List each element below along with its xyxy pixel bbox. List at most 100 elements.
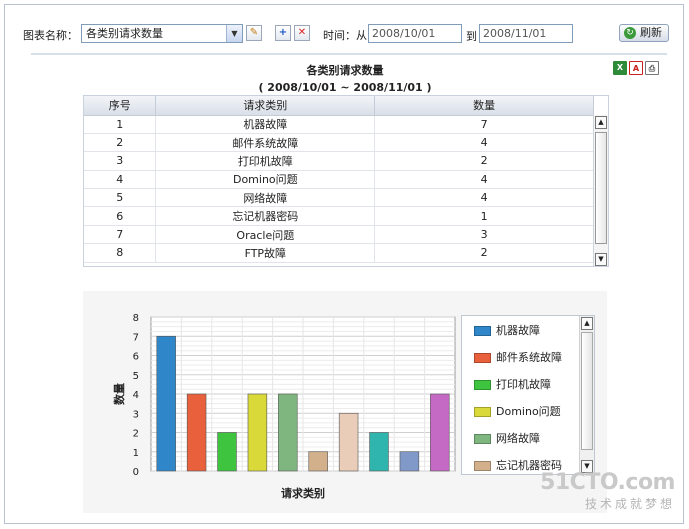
divider xyxy=(31,53,667,55)
legend-swatch xyxy=(474,353,491,363)
bar-6 xyxy=(308,451,328,472)
y-tick-label: 3 xyxy=(133,409,139,420)
toolbar: 图表名称： 各类别请求数量 ▼ ✎ + ✕ 时间：从 2008/10/01 到 … xyxy=(5,5,685,53)
refresh-button[interactable]: ↻ 刷新 xyxy=(619,24,669,42)
legend-label: 网络故障 xyxy=(496,432,540,445)
bar-1 xyxy=(156,335,176,472)
cell-index: 2 xyxy=(84,133,157,153)
print-icon[interactable]: ⎙ xyxy=(645,61,659,75)
watermark-tagline: 技术成就梦想 xyxy=(584,497,675,511)
legend-label: 机器故障 xyxy=(496,324,540,337)
cell-index: 1 xyxy=(84,115,157,134)
report-date-range: ( 2008/10/01 ~ 2008/11/01 ) xyxy=(258,81,432,94)
column-header-count[interactable]: 数量 xyxy=(374,96,594,116)
cell-count: 2 xyxy=(374,151,594,171)
table-scrollbar[interactable]: ▲ ▼ xyxy=(593,115,608,266)
bar-7 xyxy=(338,412,359,472)
cell-count: 4 xyxy=(374,188,594,208)
bar-2 xyxy=(186,393,207,472)
add-icon[interactable]: + xyxy=(275,25,291,41)
legend-label: Domino问题 xyxy=(496,405,561,418)
cell-category: 邮件系统故障 xyxy=(155,133,376,153)
legend-swatch xyxy=(474,407,491,417)
chart-panel: 0 1 2 3 4 5 6 7 8 请求类别 数量 ▲ ▼ 机器故障 邮件系统故障 打印机故障 Domin… xyxy=(83,291,607,513)
cell-index: 7 xyxy=(84,225,157,245)
cell-count: 7 xyxy=(374,115,594,134)
bar-9 xyxy=(399,451,420,472)
refresh-label: 刷新 xyxy=(640,26,662,39)
legend-item[interactable]: 忘记机器密码 xyxy=(474,457,562,472)
legend-scrollbar[interactable]: ▲ ▼ xyxy=(579,316,594,474)
bar-3 xyxy=(217,432,237,472)
table-row[interactable]: 2 邮件系统故障 4 xyxy=(84,133,594,153)
edit-icon[interactable]: ✎ xyxy=(246,25,262,41)
column-header-index[interactable]: 序号 xyxy=(84,96,157,116)
bar-4 xyxy=(247,393,268,472)
to-date-input[interactable]: 2008/11/01 xyxy=(479,24,573,43)
bar-8 xyxy=(369,432,389,472)
cell-category: FTP故障 xyxy=(155,243,376,263)
chart-name-select[interactable]: 各类别请求数量 ▼ xyxy=(81,24,243,43)
cell-count: 3 xyxy=(374,225,594,245)
cell-category: Oracle问题 xyxy=(155,225,376,245)
legend-item[interactable]: 邮件系统故障 xyxy=(474,349,562,364)
watermark: 51CTO.com 技术成就梦想 xyxy=(540,470,675,512)
y-tick-label: 2 xyxy=(133,429,139,440)
chart-name-value: 各类别请求数量 xyxy=(86,27,163,40)
table-row[interactable]: 4 Domino问题 4 xyxy=(84,170,594,190)
cell-index: 6 xyxy=(84,206,157,226)
y-tick-label: 1 xyxy=(133,448,139,459)
table-row[interactable]: 6 忘记机器密码 1 xyxy=(84,206,594,226)
delete-icon[interactable]: ✕ xyxy=(294,25,310,41)
scroll-down-icon[interactable]: ▼ xyxy=(595,253,607,266)
table-row[interactable]: 3 打印机故障 2 xyxy=(84,151,594,171)
cell-category: 忘记机器密码 xyxy=(155,206,376,226)
y-axis-label: 数量 xyxy=(112,383,126,405)
legend-swatch xyxy=(474,326,491,336)
cell-category: 网络故障 xyxy=(155,188,376,208)
cell-count: 2 xyxy=(374,243,594,263)
to-label: 到 xyxy=(466,30,477,43)
chart-legend: ▲ ▼ 机器故障邮件系统故障打印机故障 Domino问题 网络故障忘记机器密码 xyxy=(461,315,595,475)
from-date-input[interactable]: 2008/10/01 xyxy=(368,24,462,43)
legend-item[interactable]: 机器故障 xyxy=(474,322,540,337)
legend-label: 打印机故障 xyxy=(496,378,551,391)
table-row[interactable]: 5 网络故障 4 xyxy=(84,188,594,208)
column-header-category[interactable]: 请求类别 xyxy=(155,96,376,116)
y-tick-label: 0 xyxy=(133,467,139,478)
table-row[interactable]: 8 FTP故障 2 xyxy=(84,243,594,263)
table-row[interactable]: 7 Oracle问题 3 xyxy=(84,225,594,245)
cell-count: 4 xyxy=(374,133,594,153)
cell-count: 1 xyxy=(374,206,594,226)
pdf-export-icon[interactable]: A xyxy=(629,61,643,75)
y-tick-label: 6 xyxy=(133,352,139,363)
bar-10 xyxy=(430,393,450,472)
cell-index: 5 xyxy=(84,188,157,208)
report-title: 各类别请求数量 xyxy=(306,64,384,77)
table-row[interactable]: 1 机器故障 7 xyxy=(84,115,594,134)
cell-category: 打印机故障 xyxy=(155,151,376,171)
y-tick-label: 4 xyxy=(133,390,139,401)
x-axis-label: 请求类别 xyxy=(281,486,325,500)
chevron-down-icon[interactable]: ▼ xyxy=(226,25,242,42)
bar-5 xyxy=(278,393,298,472)
legend-swatch xyxy=(474,380,491,390)
cell-category: 机器故障 xyxy=(155,115,376,134)
excel-export-icon[interactable]: X xyxy=(613,61,627,75)
time-from-label: 时间：从 xyxy=(323,29,367,42)
cell-count: 4 xyxy=(374,170,594,190)
legend-item[interactable]: 打印机故障 xyxy=(474,376,551,391)
watermark-brand: 51CTO.com xyxy=(540,470,675,495)
legend-swatch xyxy=(474,434,491,444)
legend-scroll-thumb[interactable] xyxy=(581,332,593,450)
chart-name-label: 图表名称： xyxy=(23,29,78,42)
report-panel: 图表名称： 各类别请求数量 ▼ ✎ + ✕ 时间：从 2008/10/01 到 … xyxy=(4,4,684,524)
table-header-row: 序号 请求类别 数量 xyxy=(84,96,594,116)
y-tick-label: 7 xyxy=(133,332,139,343)
legend-item[interactable]: 网络故障 xyxy=(474,430,540,445)
legend-scroll-up-icon[interactable]: ▲ xyxy=(581,317,593,330)
scroll-thumb[interactable] xyxy=(595,132,607,244)
legend-item[interactable]: Domino问题 xyxy=(474,403,561,418)
cell-index: 4 xyxy=(84,170,157,190)
scroll-up-icon[interactable]: ▲ xyxy=(595,116,607,129)
